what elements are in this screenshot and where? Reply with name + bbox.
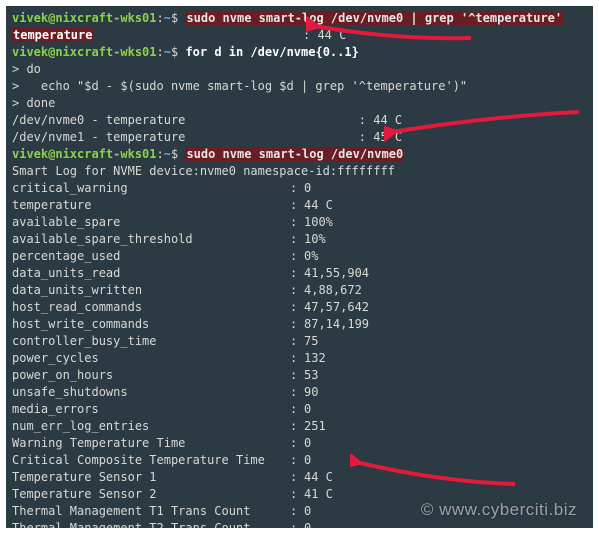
smart-row: num_err_log_entries: 251 (12, 418, 587, 435)
smart-row: temperature: 44 C (12, 197, 587, 214)
smart-key: Temperature Sensor 2 (12, 486, 290, 503)
smart-key: media_errors (12, 401, 290, 418)
prompt-line-1: vivek@nixcraft-wks01:~$ sudo nvme smart-… (12, 10, 587, 27)
smart-value: 100% (304, 215, 333, 229)
smart-value: 132 (304, 351, 326, 365)
smart-row: Critical Composite Temperature Time: 0 (12, 452, 587, 469)
loop-out-row: /dev/nvme1 - temperature : 45 C (12, 129, 587, 146)
terminal[interactable]: { "prompt": { "user": "vivek", "at": "@"… (6, 6, 593, 528)
smart-value: 4,88,672 (304, 283, 362, 297)
smart-key: temperature (12, 197, 290, 214)
ps1-host: nixcraft-wks01 (55, 11, 156, 25)
smart-value: 44 C (304, 470, 333, 484)
smart-value: 10% (304, 232, 326, 246)
cmd-1: sudo nvme smart-log /dev/nvme0 | grep '^… (185, 11, 563, 25)
temp-key: temperature (12, 28, 93, 42)
smart-key: Thermal Management T2 Trans Count (12, 520, 290, 528)
smart-row: media_errors: 0 (12, 401, 587, 418)
smart-value: 0 (304, 504, 311, 518)
smart-value: 41 C (304, 487, 333, 501)
watermark: © www.cyberciti.biz (421, 501, 577, 518)
smart-row: Warning Temperature Time: 0 (12, 435, 587, 452)
smart-key: data_units_written (12, 282, 290, 299)
smart-row: host_read_commands: 47,57,642 (12, 299, 587, 316)
smart-row: available_spare: 100% (12, 214, 587, 231)
smart-key: host_write_commands (12, 316, 290, 333)
smart-row: data_units_read: 41,55,904 (12, 265, 587, 282)
smart-value: 87,14,199 (304, 317, 369, 331)
smart-key: Temperature Sensor 1 (12, 469, 290, 486)
smart-row: percentage_used: 0% (12, 248, 587, 265)
smart-value: 75 (304, 334, 318, 348)
smart-value: 53 (304, 368, 318, 382)
smart-row: available_spare_threshold: 10% (12, 231, 587, 248)
smart-row: power_on_hours: 53 (12, 367, 587, 384)
smart-key: Critical Composite Temperature Time (12, 452, 290, 469)
smart-value: 251 (304, 419, 326, 433)
smart-key: unsafe_shutdowns (12, 384, 290, 401)
smart-key: available_spare (12, 214, 290, 231)
smart-value: 90 (304, 385, 318, 399)
smart-key: Thermal Management T1 Trans Count (12, 503, 290, 520)
smart-key: num_err_log_entries (12, 418, 290, 435)
smart-value: 0 (304, 181, 311, 195)
smart-row: power_cycles: 132 (12, 350, 587, 367)
smart-key: available_spare_threshold (12, 231, 290, 248)
smart-key: Warning Temperature Time (12, 435, 290, 452)
smart-key: host_read_commands (12, 299, 290, 316)
smart-value: 0 (304, 453, 311, 467)
smart-row: host_write_commands: 87,14,199 (12, 316, 587, 333)
smart-key: critical_warning (12, 180, 290, 197)
smart-log-table: critical_warning: 0temperature: 44 Cavai… (12, 180, 587, 528)
smart-row: controller_busy_time: 75 (12, 333, 587, 350)
loop-out-row: /dev/nvme0 - temperature : 44 C (12, 112, 587, 129)
smart-key: controller_busy_time (12, 333, 290, 350)
prompt-line-2: vivek@nixcraft-wks01:~$ for d in /dev/nv… (12, 44, 587, 61)
smart-value: 0 (304, 521, 311, 528)
smart-key: power_on_hours (12, 367, 290, 384)
smart-row: data_units_written: 4,88,672 (12, 282, 587, 299)
loop-line: > do (12, 61, 587, 78)
smart-value: 47,57,642 (304, 300, 369, 314)
loop-line: > echo "$d - $(sudo nvme smart-log $d | … (12, 78, 587, 95)
smart-row: unsafe_shutdowns: 90 (12, 384, 587, 401)
smart-header: Smart Log for NVME device:nvme0 namespac… (12, 163, 587, 180)
cmd-3: sudo nvme smart-log /dev/nvme0 (185, 147, 404, 161)
loop-line: > done (12, 95, 587, 112)
ps1-user: vivek (12, 11, 48, 25)
smart-value: 0 (304, 436, 311, 450)
smart-value: 44 C (304, 198, 333, 212)
prompt-line-3: vivek@nixcraft-wks01:~$ sudo nvme smart-… (12, 146, 587, 163)
smart-key: data_units_read (12, 265, 290, 282)
smart-value: 0% (304, 249, 318, 263)
smart-value: 41,55,904 (304, 266, 369, 280)
smart-row: Thermal Management T2 Trans Count: 0 (12, 520, 587, 528)
cmd-2: for d in /dev/nvme{0..1} (185, 45, 358, 59)
smart-row: Temperature Sensor 1: 44 C (12, 469, 587, 486)
smart-key: power_cycles (12, 350, 290, 367)
smart-value: 0 (304, 402, 311, 416)
output-temp-grep: temperature : 44 C (12, 27, 587, 44)
smart-key: percentage_used (12, 248, 290, 265)
smart-row: critical_warning: 0 (12, 180, 587, 197)
